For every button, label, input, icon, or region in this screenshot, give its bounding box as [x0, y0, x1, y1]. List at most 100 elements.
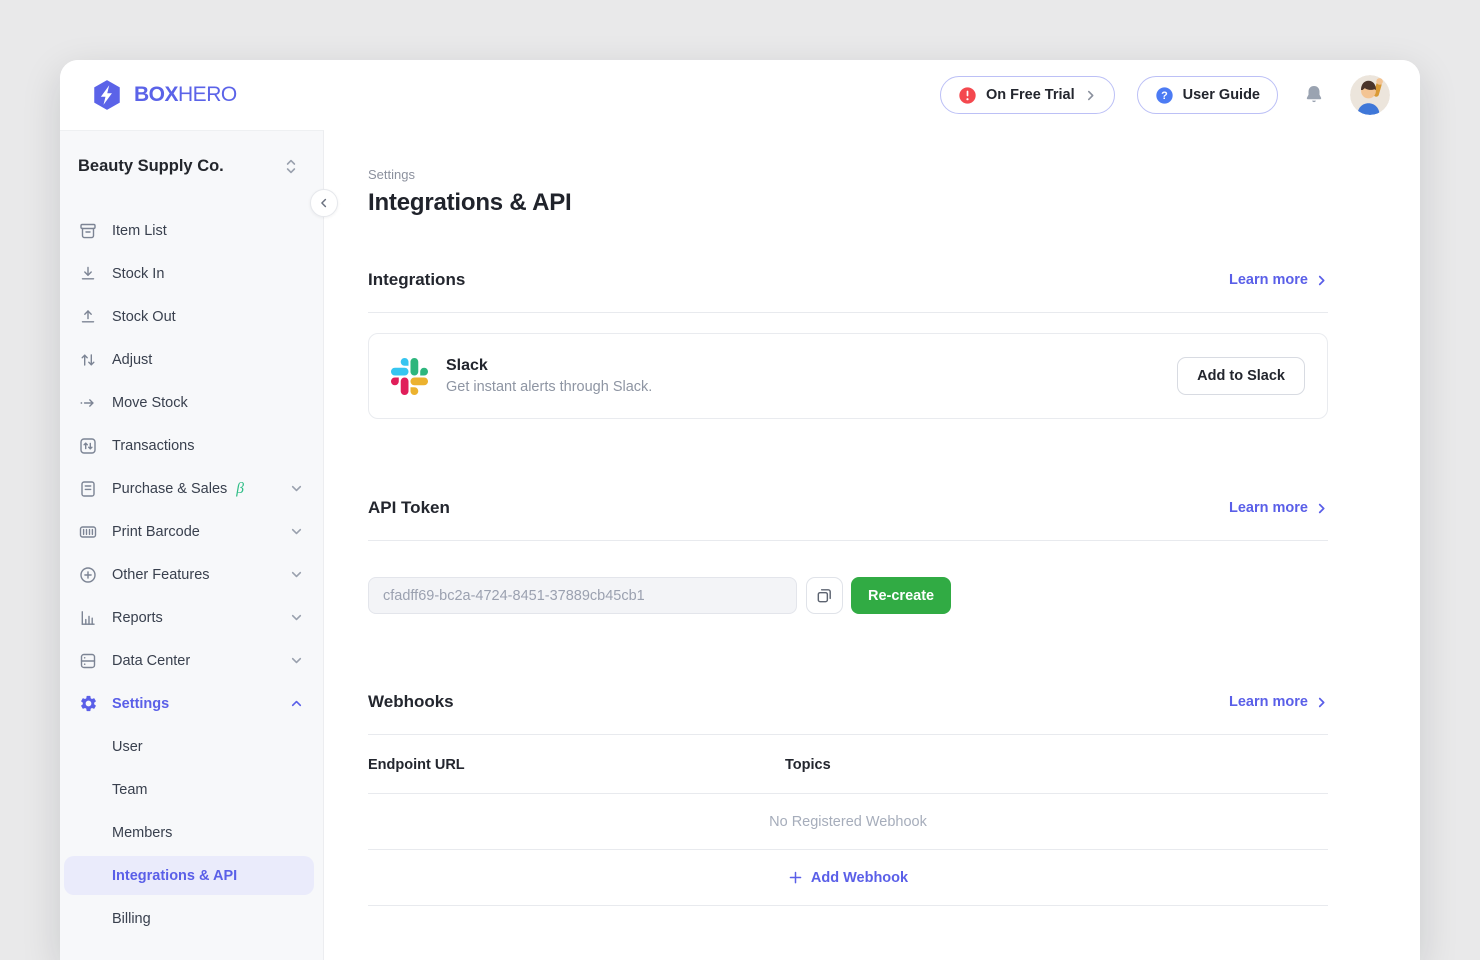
sidebar-item-team[interactable]: Team: [60, 768, 323, 811]
beta-badge: β: [236, 480, 244, 498]
sidebar-item-stock-out[interactable]: Stock Out: [60, 295, 323, 338]
sidebar-item-label: User: [112, 739, 143, 755]
boxhero-hexagon-icon: [90, 78, 124, 112]
sidebar-item-label: Other Features: [112, 567, 210, 583]
chevron-right-icon: [1084, 89, 1097, 102]
sidebar-nav: Item List Stock In Stock Out Adjust Move Sto…: [60, 195, 323, 940]
recreate-token-button[interactable]: Re-create: [851, 577, 951, 614]
sidebar-item-print-barcode[interactable]: Print Barcode: [60, 510, 323, 553]
sidebar-item-label: Stock Out: [112, 309, 176, 325]
sidebar-item-billing[interactable]: Billing: [60, 897, 323, 940]
sidebar-item-members[interactable]: Members: [60, 811, 323, 854]
chevron-down-icon: [290, 654, 303, 667]
webhooks-empty-state: No Registered Webhook: [368, 794, 1328, 850]
webhooks-learn-more-link[interactable]: Learn more: [1229, 694, 1328, 710]
chevron-right-icon: [1315, 274, 1328, 287]
add-webhook-button[interactable]: Add Webhook: [368, 850, 1328, 906]
learn-more-label: Learn more: [1229, 694, 1308, 710]
sidebar-item-label: Stock In: [112, 266, 164, 282]
workspace-name: Beauty Supply Co.: [78, 157, 224, 176]
box-icon: [78, 221, 98, 241]
sidebar-item-move-stock[interactable]: Move Stock: [60, 381, 323, 424]
divider: [368, 540, 1328, 541]
free-trial-label: On Free Trial: [986, 87, 1075, 103]
svg-text:?: ?: [1161, 90, 1168, 102]
move-icon: [78, 393, 98, 413]
sidebar-item-label: Reports: [112, 610, 163, 626]
integrations-learn-more-link[interactable]: Learn more: [1229, 272, 1328, 288]
sidebar-collapse-button[interactable]: [310, 189, 338, 217]
user-guide-button[interactable]: ? User Guide: [1137, 76, 1278, 114]
sidebar: Beauty Supply Co. Item List Stock In Stock…: [60, 130, 324, 960]
chevron-down-icon: [290, 611, 303, 624]
sidebar-item-label: Integrations & API: [112, 868, 237, 884]
sidebar-item-adjust[interactable]: Adjust: [60, 338, 323, 381]
user-avatar[interactable]: [1350, 75, 1390, 115]
sidebar-item-stock-in[interactable]: Stock In: [60, 252, 323, 295]
main-content: Settings Integrations & API Integrations…: [324, 130, 1420, 960]
webhooks-heading: Webhooks: [368, 692, 454, 712]
webhooks-table-header: Endpoint URL Topics: [368, 735, 1328, 794]
app-window: BOXHERO On Free Trial: [60, 60, 1420, 960]
slack-integration-card: Slack Get instant alerts through Slack. …: [368, 333, 1328, 419]
sort-arrows-icon: [285, 158, 297, 175]
chart-icon: [78, 608, 98, 628]
sidebar-item-settings[interactable]: Settings: [60, 682, 323, 725]
sidebar-item-item-list[interactable]: Item List: [60, 209, 323, 252]
sidebar-item-user[interactable]: User: [60, 725, 323, 768]
question-badge-icon: ?: [1155, 86, 1174, 105]
learn-more-label: Learn more: [1229, 500, 1308, 516]
download-icon: [78, 264, 98, 284]
integrations-heading: Integrations: [368, 270, 465, 290]
sidebar-item-label: Item List: [112, 223, 167, 239]
workspace-switcher[interactable]: Beauty Supply Co.: [60, 131, 323, 195]
plus-circle-icon: [78, 565, 98, 585]
upload-icon: [78, 307, 98, 327]
sidebar-item-label: Billing: [112, 911, 151, 927]
top-bar: BOXHERO On Free Trial: [60, 60, 1420, 130]
chevron-right-icon: [1315, 696, 1328, 709]
api-token-field[interactable]: [368, 577, 797, 614]
alert-badge-icon: [958, 86, 977, 105]
free-trial-button[interactable]: On Free Trial: [940, 76, 1115, 114]
api-token-learn-more-link[interactable]: Learn more: [1229, 500, 1328, 516]
boxhero-logo: BOXHERO: [90, 78, 237, 112]
sidebar-item-label: Print Barcode: [112, 524, 200, 540]
sidebar-item-label: Data Center: [112, 653, 190, 669]
breadcrumb: Settings: [368, 167, 1328, 182]
slack-logo-icon: [391, 358, 428, 395]
sidebar-item-transactions[interactable]: Transactions: [60, 424, 323, 467]
column-topics: Topics: [785, 757, 1328, 773]
logo-text: BOXHERO: [134, 83, 237, 107]
sidebar-item-other-features[interactable]: Other Features: [60, 553, 323, 596]
column-endpoint-url: Endpoint URL: [368, 757, 785, 773]
chevron-down-icon: [290, 525, 303, 538]
plus-icon: [788, 870, 803, 885]
adjust-icon: [78, 350, 98, 370]
divider: [368, 312, 1328, 313]
sidebar-item-data-center[interactable]: Data Center: [60, 639, 323, 682]
sidebar-item-label: Members: [112, 825, 172, 841]
chevron-down-icon: [290, 482, 303, 495]
chevron-up-icon: [290, 697, 303, 710]
sidebar-item-label: Transactions: [112, 438, 194, 454]
copy-token-button[interactable]: [806, 577, 843, 614]
document-icon: [78, 479, 98, 499]
copy-icon: [815, 586, 834, 605]
sidebar-item-integrations-api[interactable]: Integrations & API: [64, 856, 314, 895]
slack-title: Slack: [446, 357, 652, 375]
sidebar-item-reports[interactable]: Reports: [60, 596, 323, 639]
sidebar-item-purchase-sales[interactable]: Purchase & Sales β: [60, 467, 323, 510]
sidebar-item-label: Adjust: [112, 352, 152, 368]
slack-description: Get instant alerts through Slack.: [446, 379, 652, 395]
chevron-right-icon: [1315, 502, 1328, 515]
add-to-slack-button[interactable]: Add to Slack: [1177, 357, 1305, 395]
user-guide-label: User Guide: [1183, 87, 1260, 103]
learn-more-label: Learn more: [1229, 272, 1308, 288]
page-title: Integrations & API: [368, 189, 1328, 217]
sidebar-item-label: Move Stock: [112, 395, 188, 411]
api-token-heading: API Token: [368, 498, 450, 518]
barcode-icon: [78, 522, 98, 542]
sidebar-item-label: Purchase & Sales: [112, 481, 227, 497]
notifications-bell-icon[interactable]: [1300, 81, 1328, 109]
